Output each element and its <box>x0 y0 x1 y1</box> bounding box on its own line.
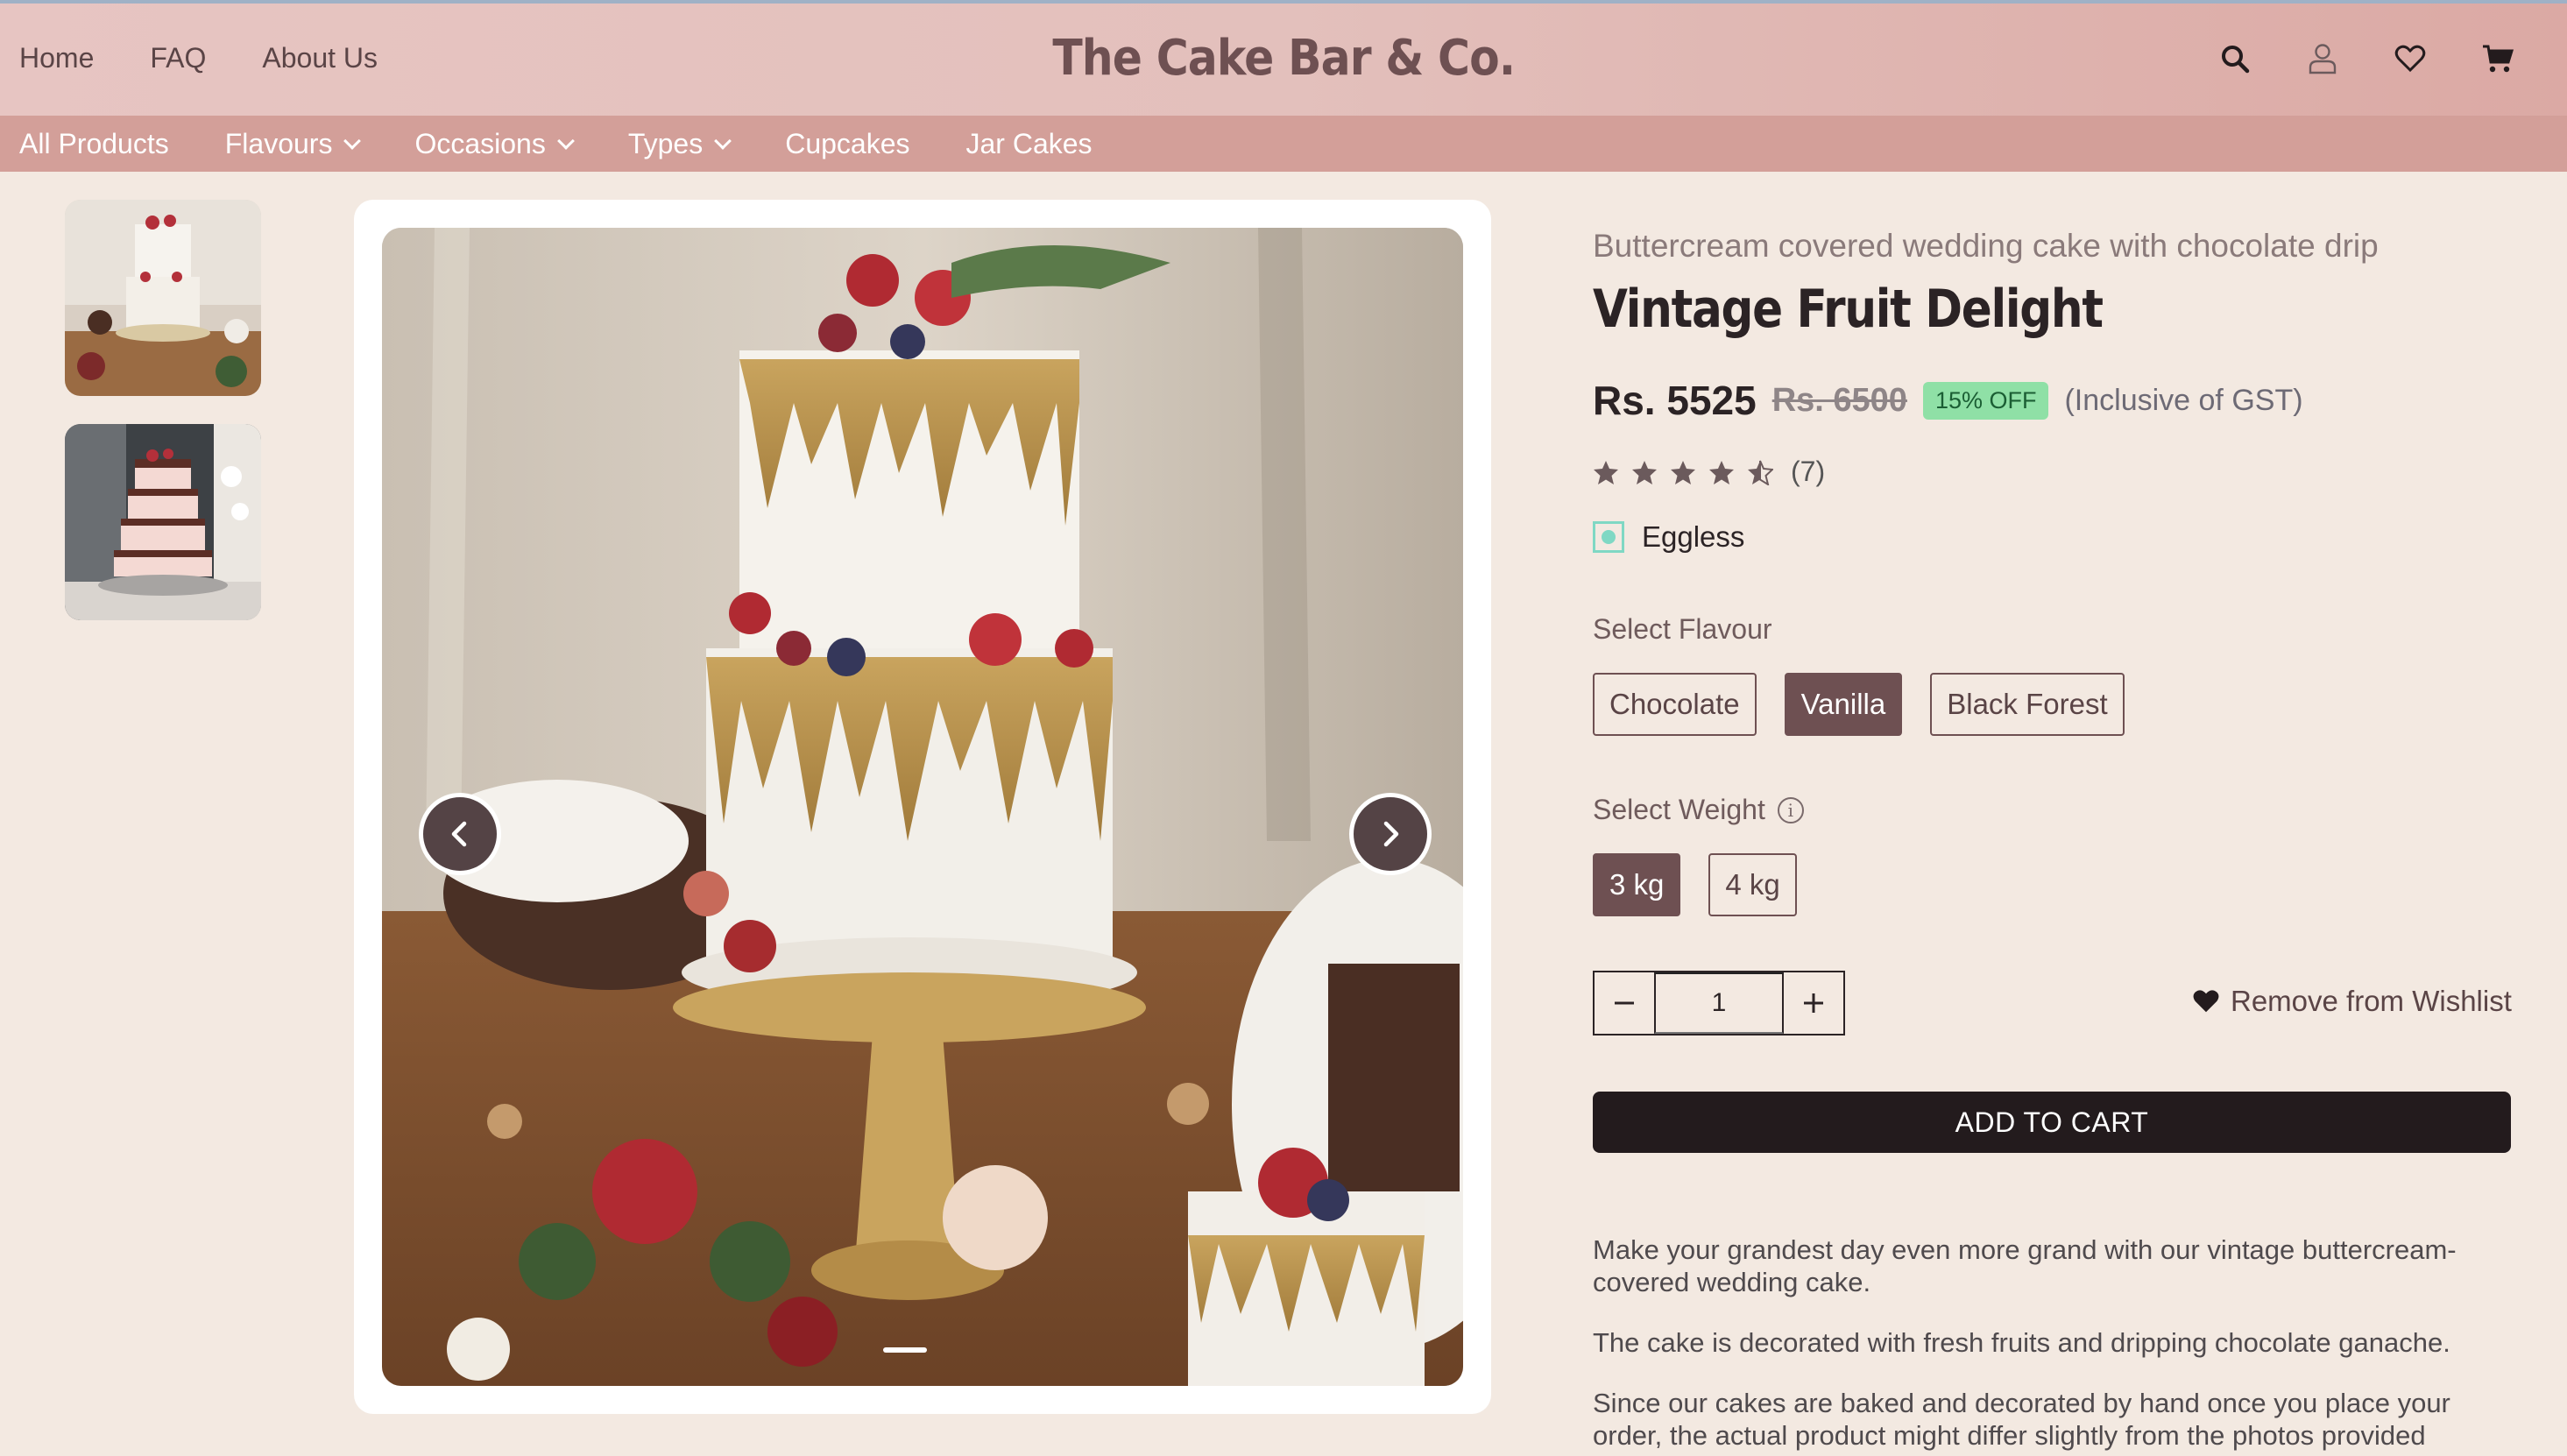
product-title: Vintage Fruit Delight <box>1593 279 2185 340</box>
star-icon <box>1594 460 1618 484</box>
veg-mark-icon <box>1593 521 1624 553</box>
original-price: Rs. 6500 <box>1771 381 1907 419</box>
heart-icon[interactable] <box>2394 42 2427 75</box>
flavour-chocolate-button[interactable]: Chocolate <box>1593 673 1757 736</box>
info-icon[interactable]: i <box>1777 796 1804 823</box>
eggless-label: Eggless <box>1642 520 1745 553</box>
product-image <box>382 228 1463 1386</box>
gst-note: (Inclusive of GST) <box>2064 383 2303 417</box>
star-icon <box>1709 460 1734 484</box>
cat-cupcakes[interactable]: Cupcakes <box>785 128 909 160</box>
flavour-label: Select Flavour <box>1593 613 1772 645</box>
plus-icon <box>1804 993 1823 1013</box>
flavour-options: Chocolate Vanilla Black Forest <box>1593 673 2125 736</box>
prev-image-button[interactable] <box>419 793 501 875</box>
quantity-input[interactable] <box>1654 972 1784 1034</box>
cat-jar-label: Jar Cakes <box>965 128 1093 159</box>
cat-types-label: Types <box>627 128 704 159</box>
brand-logo[interactable]: The Cake Bar & Co. <box>0 30 2567 87</box>
remove-wishlist-button[interactable]: Remove from Wishlist <box>2192 985 2512 1018</box>
product-subtitle: Buttercream covered wedding cake with ch… <box>1593 228 2379 264</box>
chevron-down-icon <box>714 131 732 150</box>
quantity-stepper <box>1593 971 1845 1035</box>
description-paragraph: Make your grandest day even more grand w… <box>1593 1234 2457 1297</box>
cat-all-products[interactable]: All Products <box>19 128 169 160</box>
increase-quantity-button[interactable] <box>1784 972 1843 1034</box>
thumbnail-1[interactable] <box>65 200 261 396</box>
cat-flavours[interactable]: Flavours <box>224 128 362 160</box>
next-image-button[interactable] <box>1349 793 1432 875</box>
chevron-down-icon <box>343 131 362 150</box>
star-icon <box>1632 460 1657 484</box>
main-image-card <box>354 200 1491 1414</box>
top-header: Home FAQ About Us The Cake Bar & Co. <box>0 0 2567 116</box>
user-icon[interactable] <box>2306 42 2339 75</box>
description-paragraph: The cake is decorated with fresh fruits … <box>1593 1327 2450 1358</box>
thumbnail-2[interactable] <box>65 424 261 620</box>
discount-badge: 15% OFF <box>1922 381 2049 420</box>
product-description: Make your grandest day even more grand w… <box>1593 1233 2504 1456</box>
weight-options: 3 kg 4 kg <box>1593 853 1797 916</box>
weight-4kg-button[interactable]: 4 kg <box>1708 853 1797 916</box>
search-icon[interactable] <box>2218 42 2252 75</box>
category-nav: All Products Flavours Occasions Types Cu… <box>19 128 1093 160</box>
carousel-indicator[interactable] <box>883 1347 927 1353</box>
half-star-icon <box>1748 460 1773 485</box>
weight-3kg-button[interactable]: 3 kg <box>1593 853 1681 916</box>
current-price: Rs. 5525 <box>1593 378 1757 423</box>
cat-flavours-label: Flavours <box>224 128 333 159</box>
product-title-text: Vintage Fruit Delight <box>1593 279 2104 340</box>
description-paragraph: Since our cakes are baked and decorated … <box>1593 1388 2450 1451</box>
price-row: Rs. 5525 Rs. 6500 15% OFF (Inclusive of … <box>1593 377 2303 424</box>
cart-icon[interactable] <box>2481 42 2514 75</box>
cat-all-label: All Products <box>19 128 169 159</box>
flavour-black-forest-button[interactable]: Black Forest <box>1930 673 2125 736</box>
rating-row: (7) <box>1593 456 1825 488</box>
rating-count[interactable]: (7) <box>1791 456 1825 488</box>
cat-occasions-label: Occasions <box>414 128 546 159</box>
star-icon <box>1671 460 1695 484</box>
wishlist-label: Remove from Wishlist <box>2231 985 2512 1017</box>
brand-name[interactable]: The Cake Bar & Co. <box>1052 30 1516 87</box>
weight-label-text: Select Weight <box>1593 794 1765 825</box>
weight-label: Select Weight i <box>1593 794 1804 826</box>
category-bar: All Products Flavours Occasions Types Cu… <box>0 116 2567 172</box>
header-icons <box>2218 42 2514 75</box>
eggless-indicator: Eggless <box>1593 520 1744 554</box>
cat-jar-cakes[interactable]: Jar Cakes <box>966 128 1093 160</box>
cat-occasions[interactable]: Occasions <box>414 128 575 160</box>
flavour-vanilla-button[interactable]: Vanilla <box>1784 673 1903 736</box>
minus-icon <box>1615 1001 1634 1005</box>
decrease-quantity-button[interactable] <box>1595 972 1654 1034</box>
chevron-down-icon <box>556 131 575 150</box>
cat-types[interactable]: Types <box>627 128 732 160</box>
cat-cupcakes-label: Cupcakes <box>785 128 910 159</box>
add-to-cart-button[interactable]: ADD TO CART <box>1593 1092 2511 1153</box>
star-rating <box>1593 459 1773 485</box>
heart-filled-icon <box>2193 990 2219 1013</box>
